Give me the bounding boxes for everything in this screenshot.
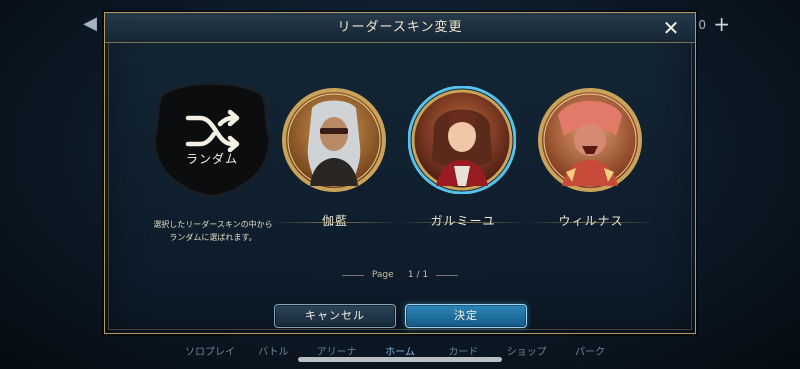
back-arrow-icon: ◀ bbox=[83, 13, 97, 34]
dialog-title: リーダースキン変更 bbox=[337, 20, 463, 35]
close-icon: ✕ bbox=[662, 16, 680, 40]
close-button[interactable]: ✕ bbox=[659, 16, 683, 40]
pager-line-right bbox=[436, 275, 458, 276]
home-indicator bbox=[298, 357, 502, 362]
page-label: Page bbox=[371, 270, 394, 280]
nav-item-battle: バトル bbox=[258, 346, 289, 358]
skin-portrait-garmille-selected[interactable] bbox=[408, 86, 516, 194]
random-skin-label: ランダム bbox=[185, 152, 238, 166]
skin-name-wilnas: ウィルナス bbox=[558, 214, 624, 228]
name-divider bbox=[526, 222, 656, 223]
page-current: 1 bbox=[407, 270, 414, 280]
nav-item-card: カード bbox=[448, 346, 479, 358]
name-divider bbox=[398, 222, 528, 223]
skin-name-garmille: ガルミーユ bbox=[430, 214, 496, 228]
random-description-line2: ランダムに選ばれます。 bbox=[169, 233, 257, 242]
skin-name-garan: 伽藍 bbox=[321, 214, 348, 228]
name-divider bbox=[270, 222, 400, 223]
random-skin-option[interactable] bbox=[148, 80, 276, 198]
page-separator: / bbox=[416, 270, 420, 280]
background-counter: 0 bbox=[698, 18, 706, 32]
page-total: 1 bbox=[422, 270, 429, 280]
random-description-line1: 選択したリーダースキンの中から bbox=[153, 220, 273, 229]
random-description: 選択したリーダースキンの中から ランダムに選ばれます。 bbox=[138, 218, 288, 244]
nav-item-shop: ショップ bbox=[506, 346, 547, 358]
nav-item-solo: ソロプレイ bbox=[185, 346, 235, 358]
nav-item-park: パーク bbox=[574, 346, 605, 358]
skin-portrait-wilnas[interactable] bbox=[536, 86, 644, 194]
confirm-button[interactable]: 決定 bbox=[405, 304, 527, 328]
nav-item-arena: アリーナ bbox=[316, 346, 357, 358]
nav-item-home: ホーム bbox=[385, 346, 415, 358]
plus-icon: + bbox=[713, 12, 730, 36]
page-indicator: Page 1 / 1 bbox=[0, 270, 800, 280]
cancel-button[interactable]: キャンセル bbox=[274, 304, 396, 328]
skin-portrait-garan[interactable] bbox=[280, 86, 388, 194]
